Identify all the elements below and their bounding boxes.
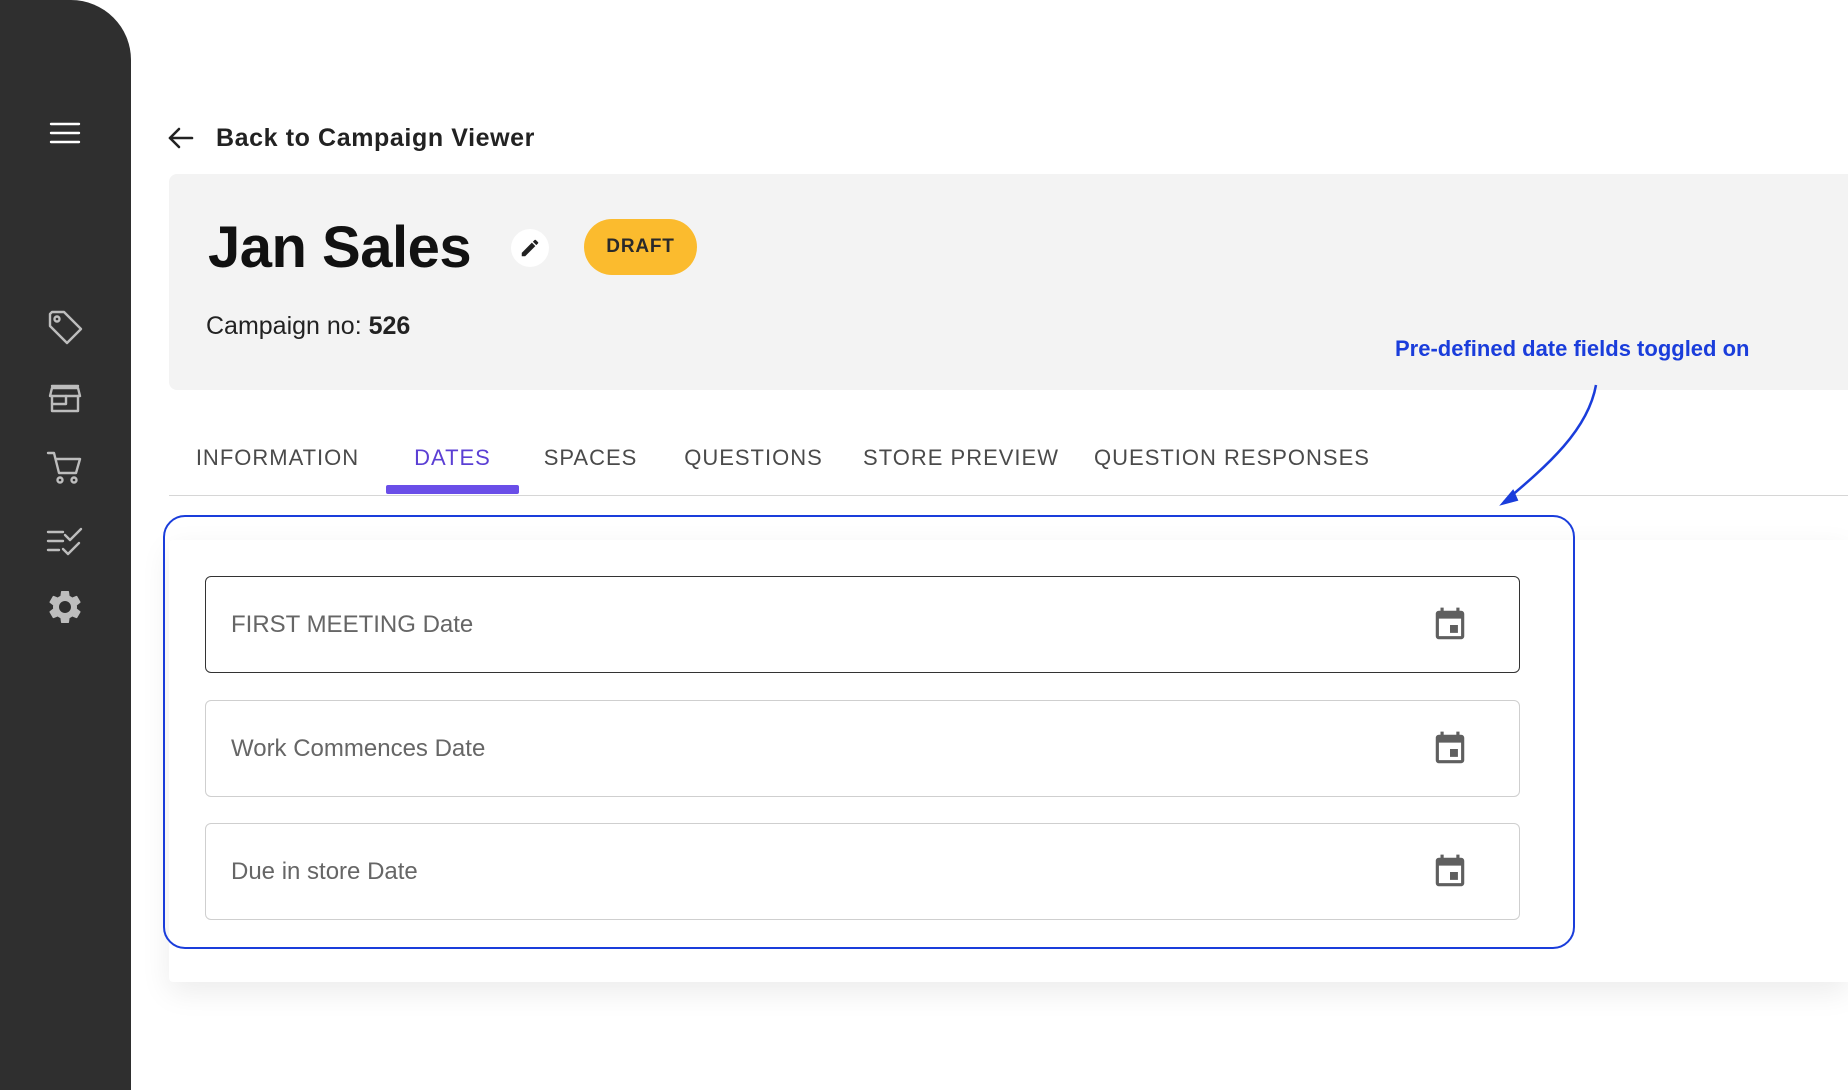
campaign-number-label: Campaign no: — [206, 312, 362, 340]
annotation-text: Pre-defined date fields toggled on — [1395, 336, 1750, 361]
tag-icon[interactable] — [44, 306, 86, 348]
menu-icon[interactable] — [44, 112, 86, 154]
tab-store-preview[interactable]: STORE PREVIEW — [845, 420, 1077, 496]
pencil-icon — [521, 239, 539, 257]
edit-title-button[interactable] — [511, 229, 549, 267]
checklist-icon[interactable] — [44, 520, 86, 562]
status-badge: DRAFT — [584, 219, 697, 275]
back-to-campaign-viewer-link[interactable]: Back to Campaign Viewer — [166, 120, 535, 156]
campaign-number: Campaign no: 526 — [206, 312, 410, 341]
tab-information[interactable]: INFORMATION — [169, 420, 386, 496]
annotation-highlight-box — [163, 515, 1575, 949]
campaign-number-value: 526 — [368, 312, 411, 340]
sidebar — [0, 0, 131, 1090]
tab-question-responses[interactable]: QUESTION RESPONSES — [1077, 420, 1387, 496]
app-root: Back to Campaign Viewer Jan Sales DRAFT … — [0, 0, 1848, 1090]
back-link-label: Back to Campaign Viewer — [216, 123, 535, 152]
gear-icon[interactable] — [44, 586, 86, 628]
store-icon[interactable] — [44, 377, 86, 419]
cart-icon[interactable] — [44, 446, 86, 488]
page-title: Jan Sales — [208, 215, 472, 280]
tab-bar: INFORMATION DATES SPACES QUESTIONS STORE… — [169, 420, 1848, 496]
tab-spaces[interactable]: SPACES — [519, 420, 662, 496]
active-tab-indicator — [386, 485, 519, 494]
tab-questions[interactable]: QUESTIONS — [662, 420, 845, 496]
arrow-left-icon — [168, 127, 194, 149]
